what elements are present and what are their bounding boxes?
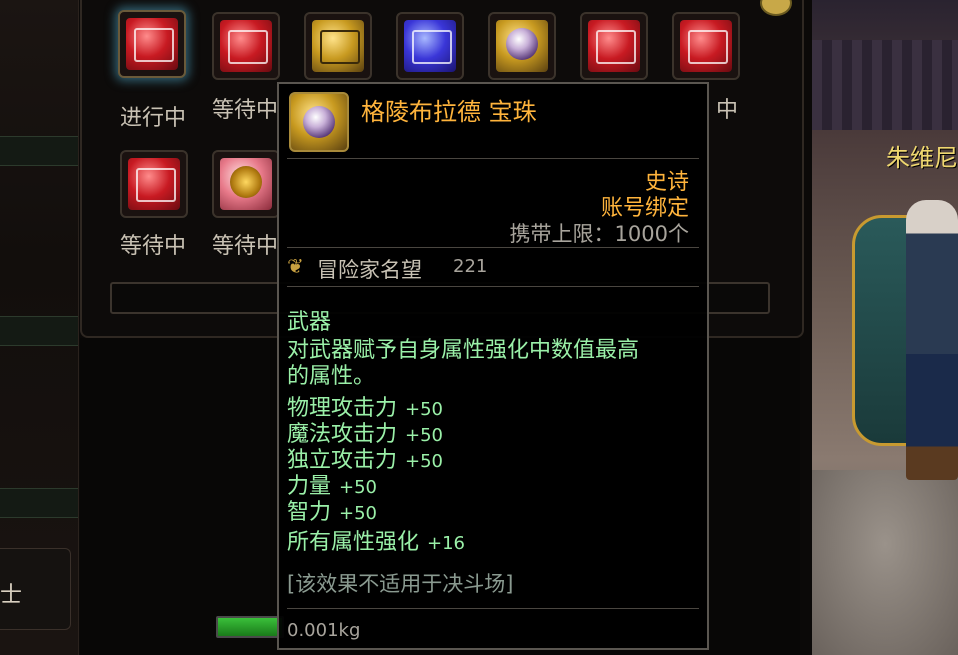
green-progress-bar <box>216 616 284 638</box>
divider <box>287 608 699 609</box>
pink-scroll-icon <box>220 158 272 210</box>
slot-status-label: 等待中 <box>120 234 187 259</box>
item-slot[interactable] <box>396 12 464 80</box>
gold-orb-icon <box>289 92 349 152</box>
item-weight: 0.001kg <box>287 620 361 641</box>
item-slot[interactable] <box>212 12 280 80</box>
roof-tiles <box>812 40 958 130</box>
stat-name: 智力 <box>287 500 332 525</box>
left-panel-tab-label: 士 <box>0 583 23 608</box>
description-line: 对武器赋予自身属性强化中数值最高 <box>287 338 640 363</box>
stat-line: 智力 +50 <box>287 494 377 526</box>
reputation-label: 冒险家名望 <box>317 258 422 282</box>
divider <box>287 286 699 287</box>
stat-value: +50 <box>339 503 378 524</box>
npc-character[interactable] <box>906 200 958 480</box>
item-slot[interactable] <box>488 12 556 80</box>
stat-line: 所有属性强化 +16 <box>287 524 465 556</box>
slot-status-label: 中 <box>716 98 739 123</box>
item-slot[interactable] <box>672 12 740 80</box>
item-slot[interactable] <box>118 10 186 78</box>
item-slot[interactable] <box>120 150 188 218</box>
stat-value: +50 <box>405 451 444 472</box>
item-tooltip: 格陵布拉德 宝珠 史诗 账号绑定 携带上限：1000个 ❦ 冒险家名望 221 … <box>277 82 709 650</box>
item-slot[interactable] <box>304 12 372 80</box>
npc-name-label: 朱维尼 <box>886 144 958 172</box>
divider <box>287 247 699 248</box>
item-title: 格陵布拉德 宝珠 <box>361 98 537 126</box>
left-panel-band <box>0 316 78 346</box>
item-slot[interactable] <box>580 12 648 80</box>
left-panel-tab[interactable]: 士 <box>0 548 71 630</box>
divider <box>287 158 699 159</box>
stat-value: +16 <box>427 533 466 554</box>
red-giftbox-icon <box>588 20 640 72</box>
stat-name: 所有属性强化 <box>287 530 420 555</box>
reputation-crest-icon: ❦ <box>287 254 304 278</box>
left-panel-band <box>0 488 78 518</box>
slot-status-label: 等待中 <box>212 98 279 123</box>
item-slot[interactable] <box>212 150 280 218</box>
pvp-note: [该效果不适用于决斗场] <box>287 572 514 596</box>
description-line: 的属性。 <box>287 364 376 389</box>
red-giftbox-icon <box>128 158 180 210</box>
gold-chest-icon <box>312 20 364 72</box>
red-giftbox-icon <box>126 18 178 70</box>
description-line: 武器 <box>287 310 332 335</box>
gold-orb-icon <box>496 20 548 72</box>
reputation-value: 221 <box>453 256 488 277</box>
slot-status-label: 进行中 <box>120 106 187 131</box>
left-panel-band <box>0 136 78 166</box>
blue-giftbox-icon <box>404 20 456 72</box>
red-giftbox-icon <box>220 20 272 72</box>
slot-status-label: 等待中 <box>212 234 279 259</box>
item-carry-limit: 携带上限：1000个 <box>509 222 689 246</box>
red-giftbox-icon <box>680 20 732 72</box>
ground <box>812 470 958 655</box>
